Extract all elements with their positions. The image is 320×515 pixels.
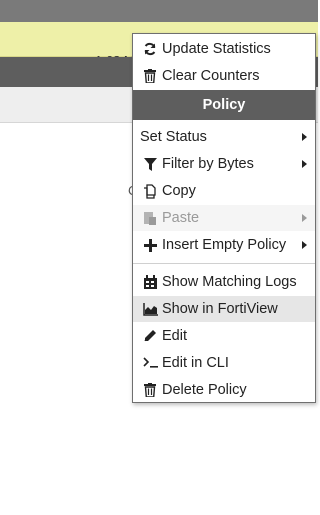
submenu-arrow-icon [299,160,309,168]
refresh-icon [141,40,159,58]
menu-item-paste[interactable]: Paste [133,205,315,231]
menu-item-filter-by-bytes[interactable]: Filter by Bytes [133,151,315,177]
submenu-arrow-icon [299,214,309,222]
menu-item-label: Show Matching Logs [162,274,297,290]
menu-item-copy[interactable]: Copy [133,178,315,204]
menu-item-show-matching-logs[interactable]: Show Matching Logs [133,269,315,295]
menu-item-label: Update Statistics [162,41,271,57]
menu-item-label: Filter by Bytes [162,156,254,172]
menu-item-update-statistics[interactable]: Update Statistics [133,36,315,62]
plus-icon [141,236,159,254]
menu-item-set-status[interactable]: Set Status [133,124,315,150]
log-icon [141,273,159,291]
trash-icon [141,67,159,85]
menu-item-insert-empty-policy[interactable]: Insert Empty Policy [133,232,315,258]
trash-icon [141,381,159,399]
menu-item-label: Show in FortiView [162,301,278,317]
menu-item-label: Copy [162,183,196,199]
menu-item-label: Set Status [140,129,207,145]
pencil-icon [141,327,159,345]
filter-icon [141,155,159,173]
menu-item-delete-policy[interactable]: Delete Policy [133,377,315,403]
paste-icon [141,209,159,227]
submenu-arrow-icon [299,241,309,249]
table-header-band [0,0,318,22]
menu-item-show-in-fortiview[interactable]: Show in FortiView [133,296,315,322]
menu-item-clear-counters[interactable]: Clear Counters [133,63,315,89]
terminal-icon [141,354,159,372]
submenu-arrow-icon [299,133,309,141]
menu-separator [133,263,315,264]
menu-item-label: Clear Counters [162,68,260,84]
policy-section-header: Policy [133,90,315,120]
menu-item-label: Paste [162,210,200,226]
menu-item-label: Insert Empty Policy [162,237,287,253]
menu-item-label: Edit [162,328,187,344]
copy-icon [141,182,159,200]
context-menu: Update Statistics Clear Counters Policy … [132,33,316,403]
menu-item-edit[interactable]: Edit [133,323,315,349]
area-chart-icon [141,300,159,318]
menu-item-label: Delete Policy [162,382,247,398]
menu-item-edit-in-cli[interactable]: Edit in CLI [133,350,315,376]
menu-item-label: Edit in CLI [162,355,229,371]
